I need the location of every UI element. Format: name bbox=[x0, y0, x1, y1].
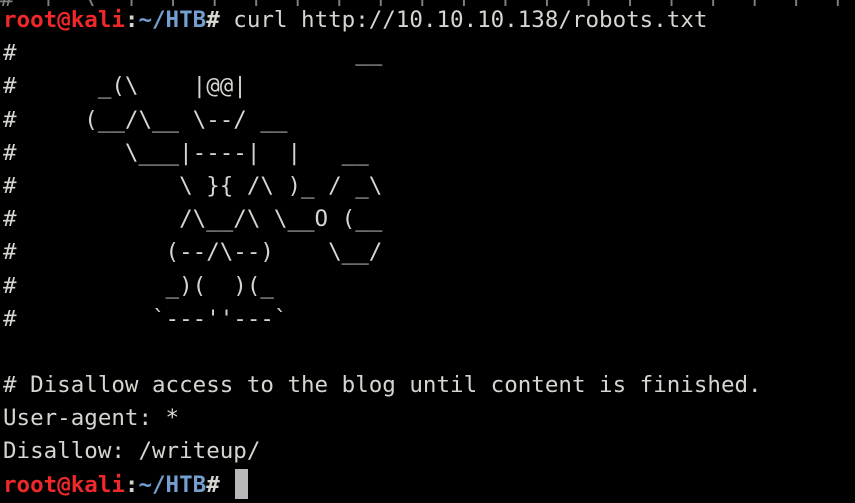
prompt-colon: : bbox=[124, 471, 139, 498]
output-line: # (__/\__ \--/ __ bbox=[3, 106, 288, 133]
prompt-path: ~/HTB bbox=[138, 7, 207, 33]
prompt-colon: : bbox=[124, 7, 139, 33]
output-line: Disallow: /writeup/ bbox=[3, 438, 261, 465]
output-line: # _(\ |@@| bbox=[3, 73, 247, 100]
output-line: # Disallow access to the blog until cont… bbox=[3, 372, 762, 399]
prompt-path: ~/HTB bbox=[138, 471, 207, 498]
terminal-output: root@kali:~/HTB# curl http://10.10.10.13… bbox=[3, 4, 762, 502]
command-text: curl http://10.10.10.138/robots.txt bbox=[219, 7, 708, 33]
output-line: User-agent: * bbox=[3, 405, 180, 432]
output-line: # \ }{ /\ )_ / _\ bbox=[3, 172, 383, 199]
output-line: # __ bbox=[3, 40, 383, 67]
output-line: # \___|----| | __ bbox=[3, 139, 369, 166]
text-cursor[interactable] bbox=[235, 468, 249, 499]
prompt-user-host: root@kali bbox=[3, 7, 125, 33]
prompt-line[interactable]: root@kali:~/HTB# bbox=[3, 468, 762, 502]
terminal-window[interactable]: # | \ | | | | | | | | | | | | | | | | | … bbox=[0, 0, 855, 503]
prompt-user-host: root@kali bbox=[3, 471, 125, 498]
output-line: # /\__/\ \__O (__ bbox=[3, 206, 383, 233]
output-line: # (--/\--) \__/ bbox=[3, 239, 383, 266]
output-line: # `---''---` bbox=[3, 305, 288, 332]
prompt-symbol: # bbox=[206, 7, 220, 33]
prompt-symbol: # bbox=[206, 471, 220, 498]
command-line: root@kali:~/HTB# curl http://10.10.10.13… bbox=[3, 4, 762, 37]
output-line: # _)( )(_ bbox=[3, 272, 274, 299]
